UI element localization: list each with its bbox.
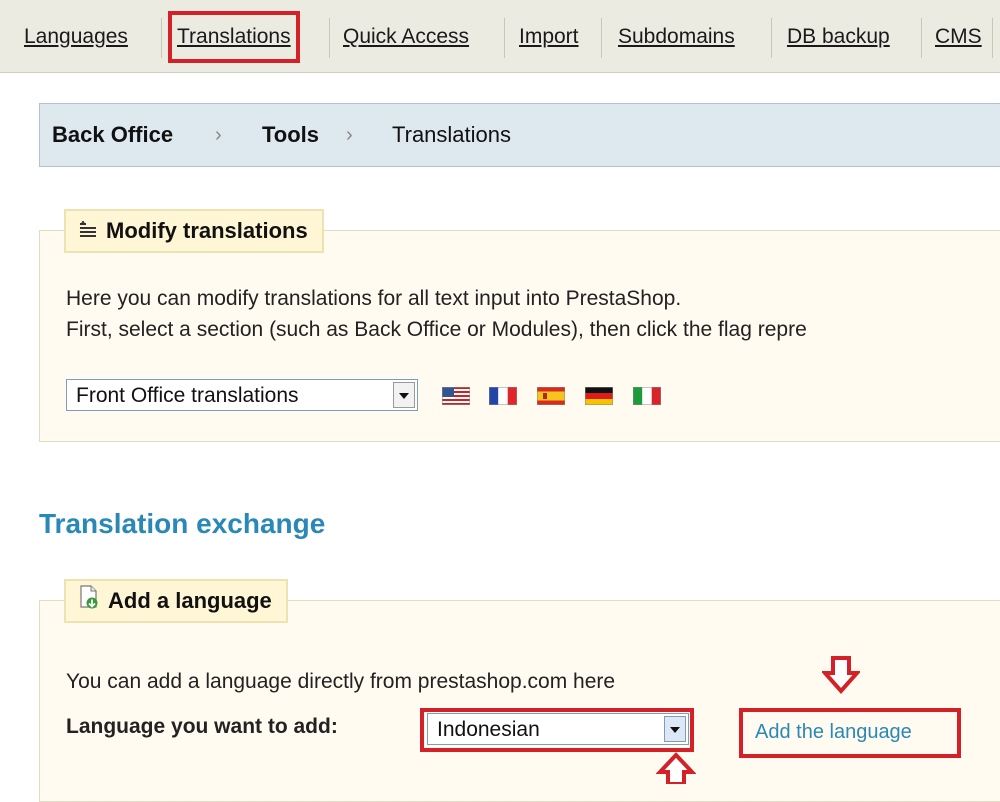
language-field-label: Language you want to add: — [66, 715, 338, 738]
tab-subdomains[interactable]: Subdomains — [616, 18, 737, 56]
tab-db-backup[interactable]: DB backup — [785, 18, 892, 56]
breadcrumb-translations: Translations — [392, 122, 512, 147]
add-language-intro: You can add a language directly from pre… — [66, 670, 616, 693]
add-language-button[interactable]: Add the language — [755, 713, 912, 751]
text-align-icon — [78, 212, 98, 252]
top-tab-bar: Languages Translations Quick Access Impo… — [0, 0, 1000, 73]
modify-description-line2: First, select a section (such as Back Of… — [66, 318, 807, 341]
tab-import[interactable]: Import — [517, 18, 581, 56]
breadcrumb-separator-icon: › — [215, 124, 222, 146]
es-flag-icon[interactable] — [537, 387, 565, 405]
modify-translations-legend: Modify translations — [64, 209, 324, 253]
chevron-down-icon[interactable] — [393, 382, 415, 408]
arrow-down-indicator-icon — [822, 656, 860, 695]
add-document-icon — [78, 582, 100, 622]
translation-exchange-title: Translation exchange — [39, 508, 326, 539]
tab-divider — [329, 18, 330, 58]
language-select[interactable]: Indonesian — [427, 713, 689, 745]
tab-divider — [992, 18, 993, 58]
translation-section-value: Front Office translations — [76, 384, 299, 407]
chevron-down-icon[interactable] — [664, 716, 686, 742]
tab-divider — [921, 18, 922, 58]
tab-divider — [601, 18, 602, 58]
tab-quick-access[interactable]: Quick Access — [341, 18, 471, 56]
it-flag-icon[interactable] — [633, 387, 661, 405]
tab-divider — [504, 18, 505, 58]
breadcrumb: Back Office › Tools › Translations — [39, 103, 1000, 167]
modify-legend-text: Modify translations — [106, 218, 308, 243]
tab-translations[interactable]: Translations — [168, 11, 300, 63]
language-select-value: Indonesian — [437, 718, 540, 741]
breadcrumb-back-office[interactable]: Back Office — [52, 104, 173, 166]
us-flag-icon[interactable] — [442, 387, 470, 405]
tab-divider — [771, 18, 772, 58]
breadcrumb-tools[interactable]: Tools — [262, 104, 319, 166]
breadcrumb-separator-icon: › — [346, 124, 353, 146]
modify-description-line1: Here you can modify translations for all… — [66, 287, 682, 310]
add-language-fieldset — [39, 600, 1000, 802]
fr-flag-icon[interactable] — [489, 387, 517, 405]
de-flag-icon[interactable] — [585, 387, 613, 405]
add-language-legend-text: Add a language — [108, 588, 272, 613]
tab-languages[interactable]: Languages — [22, 18, 130, 56]
translation-section-select[interactable]: Front Office translations — [66, 379, 418, 411]
arrow-up-indicator-icon — [656, 752, 696, 784]
tab-cms[interactable]: CMS — [933, 18, 984, 56]
tab-divider — [161, 18, 162, 58]
add-language-legend: Add a language — [64, 579, 288, 623]
